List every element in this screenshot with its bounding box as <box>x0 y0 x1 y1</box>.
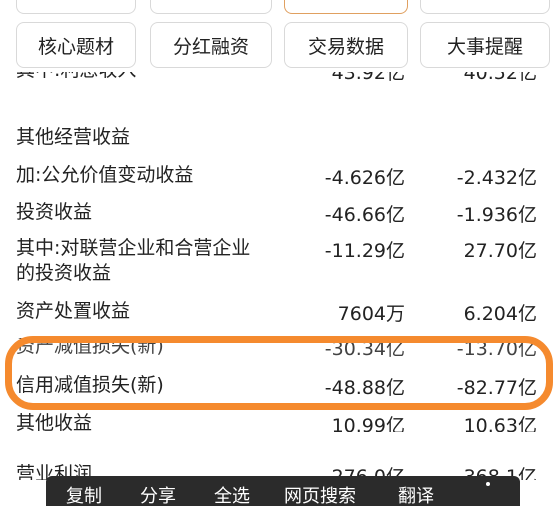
row-label: 其他经营收益 <box>16 126 131 148</box>
row-value-2: -13.70亿 <box>456 338 537 360</box>
menu-item-select-all[interactable]: 全选 <box>214 482 250 506</box>
row-label: 其中:对联营企业和合营企业的投资收益 <box>16 237 251 284</box>
row-value-2: 40.52亿 <box>463 72 537 84</box>
row-label: 加:公允价值变动收益 <box>16 164 194 186</box>
tab-label: 交易数据 <box>307 35 384 58</box>
menu-item-share[interactable]: 分享 <box>140 482 176 506</box>
row-value-2: 6.204亿 <box>463 303 537 325</box>
table-row: 资产减值损失(新) -30.34亿 -13.70亿 <box>0 338 557 362</box>
tab-ghost-1[interactable] <box>16 0 136 14</box>
row-label: 投资收益 <box>16 201 93 223</box>
tab-ghost-2[interactable] <box>150 0 272 14</box>
tab-label: 大事提醒 <box>446 35 523 58</box>
row-value-2: -82.77亿 <box>456 377 537 399</box>
row-value-1: 43.92亿 <box>331 72 405 84</box>
table-row: 其他收益 10.99亿 10.63亿 <box>0 408 557 432</box>
menu-item-translate[interactable]: 翻译 <box>398 482 434 506</box>
more-dots-icon[interactable] <box>486 482 490 486</box>
tab-label: 核心题材 <box>37 35 114 58</box>
menu-item-copy[interactable]: 复制 <box>66 482 102 506</box>
row-value-1: -30.34亿 <box>324 338 405 360</box>
tab-bar: 核心题材 分红融资 交易数据 大事提醒 <box>0 0 557 72</box>
tab-ghost-3-active[interactable] <box>284 0 408 14</box>
tab-trading-data[interactable]: 交易数据 <box>284 22 408 68</box>
tab-dividend-financing[interactable]: 分红融资 <box>150 22 272 68</box>
tab-label: 分红融资 <box>172 35 249 58</box>
row-value-1: -11.29亿 <box>324 240 405 262</box>
tab-ghost-4[interactable] <box>420 0 550 14</box>
context-menu: 复制 分享 全选 网页搜索 翻译 <box>46 476 520 506</box>
tab-major-events[interactable]: 大事提醒 <box>420 22 550 68</box>
row-label: 其他收益 <box>16 412 93 432</box>
row-value-1: 10.99亿 <box>331 415 405 432</box>
row-label: 其中:利息收入 <box>16 72 296 83</box>
row-value-2: -1.936亿 <box>456 204 537 226</box>
row-value-2: 27.70亿 <box>463 240 537 262</box>
menu-item-web-search[interactable]: 网页搜索 <box>284 482 356 506</box>
row-value-1: -4.626亿 <box>324 167 405 189</box>
row-label: 资产处置收益 <box>16 300 131 322</box>
row-value-2: 10.63亿 <box>463 415 537 432</box>
table-row: 其中:利息收入 43.92亿 40.52亿 <box>0 72 557 92</box>
row-label: 资产减值损失(新) <box>16 338 164 357</box>
row-value-1: 7604万 <box>337 303 405 325</box>
tab-core-theme[interactable]: 核心题材 <box>16 22 136 68</box>
row-label: 信用减值损失(新) <box>16 374 164 396</box>
row-value-1: -46.66亿 <box>324 204 405 226</box>
row-value-2: -2.432亿 <box>456 167 537 189</box>
row-value-1: -48.88亿 <box>324 377 405 399</box>
